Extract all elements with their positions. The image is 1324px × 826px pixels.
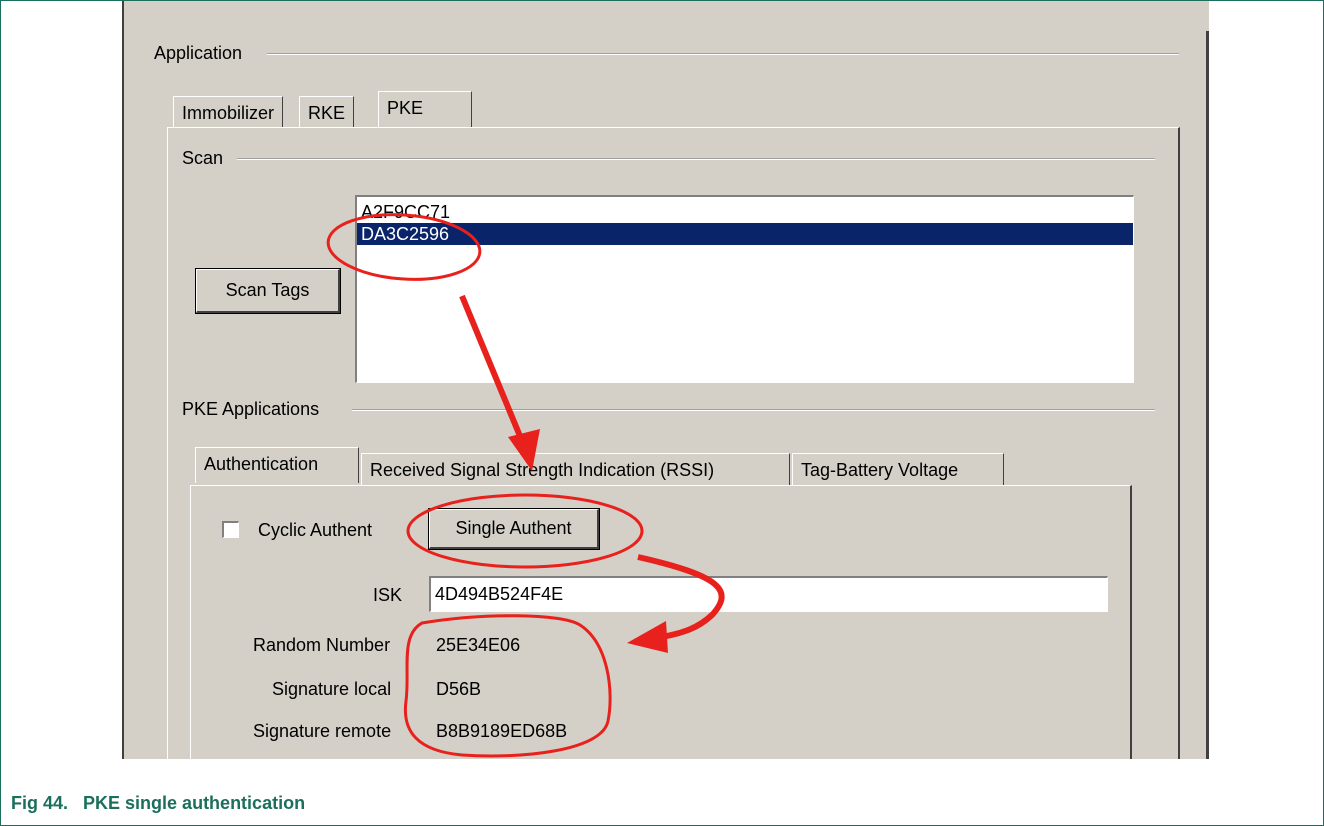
tag-list-item-selected[interactable]: DA3C2596 — [357, 223, 1133, 245]
random-number-value: 25E34E06 — [436, 635, 521, 655]
scan-tags-button[interactable]: Scan Tags — [195, 268, 341, 314]
tab-immobilizer[interactable]: Immobilizer — [173, 96, 284, 128]
tab-pke[interactable]: PKE — [378, 91, 472, 127]
screenshot-window: Application Immobilizer RKE PKE Scan Sca… — [122, 1, 1209, 759]
tag-list-item[interactable]: A2F9CC71 — [357, 201, 1133, 223]
figure-frame: Application Immobilizer RKE PKE Scan Sca… — [0, 0, 1324, 826]
tab-rssi[interactable]: Received Signal Strength Indication (RSS… — [361, 453, 790, 485]
single-authent-button[interactable]: Single Authent — [428, 508, 600, 550]
isk-label: ISK — [373, 585, 403, 605]
tab-rke[interactable]: RKE — [299, 96, 355, 128]
signature-remote-label: Signature remote — [253, 721, 392, 741]
application-group-line — [267, 53, 1179, 55]
tab-battery-voltage[interactable]: Tag-Battery Voltage — [792, 453, 1004, 485]
random-number-label: Random Number — [253, 635, 391, 655]
figure-number: Fig 44. — [11, 793, 69, 813]
window-left-edge — [122, 1, 124, 759]
signature-local-label: Signature local — [272, 679, 392, 699]
isk-input[interactable]: 4D494B524F4E — [429, 576, 1108, 612]
signature-remote-value: B8B9189ED68B — [436, 721, 568, 741]
tab-authentication[interactable]: Authentication — [195, 447, 359, 483]
figure-title: PKE single authentication — [83, 793, 306, 813]
application-group-label: Application — [154, 43, 243, 63]
cyclic-authent-checkbox[interactable] — [222, 521, 239, 538]
signature-local-value: D56B — [436, 679, 482, 699]
scan-group-label: Scan — [182, 148, 224, 168]
tag-listbox[interactable]: A2F9CC71 DA3C2596 — [355, 195, 1134, 383]
cyclic-authent-label: Cyclic Authent — [258, 520, 373, 540]
window-right-edge — [1206, 31, 1209, 759]
scan-group-line — [237, 158, 1155, 160]
pke-applications-group-line — [352, 409, 1155, 411]
pke-applications-group-label: PKE Applications — [182, 399, 320, 419]
figure-caption: Fig 44. PKE single authentication — [11, 793, 305, 814]
